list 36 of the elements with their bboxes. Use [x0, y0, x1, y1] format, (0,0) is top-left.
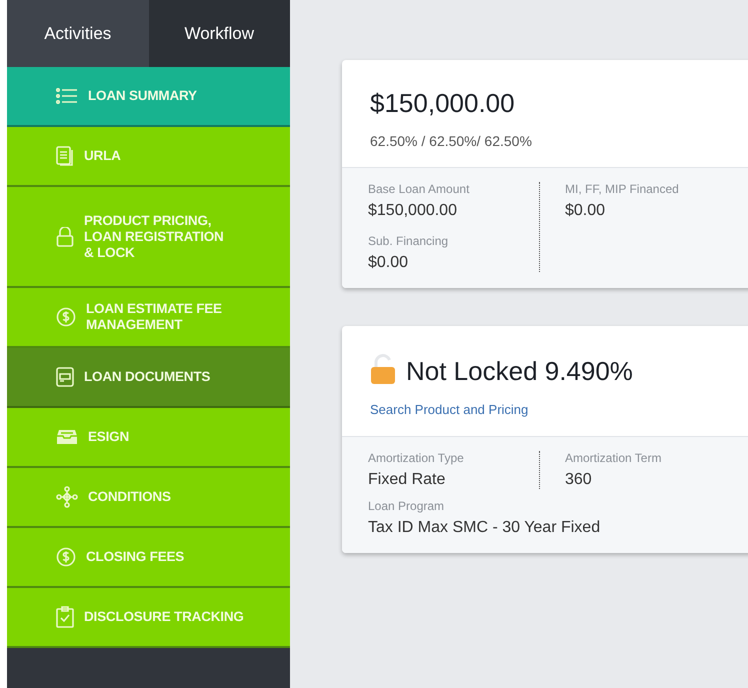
tray-icon [56, 429, 78, 445]
list-icon [56, 88, 78, 104]
field-label: MI, FF, MIP Financed [565, 182, 680, 196]
field-label: Amortization Type [368, 451, 465, 465]
field-label: Loan Program [368, 499, 446, 513]
card-title: $150,000.00 [370, 88, 515, 119]
sidebar-item[interactable]: PRODUCT PRICING, LOAN REGISTRATION & LOCK [7, 187, 290, 288]
search-link[interactable]: Search Product and Pricing [370, 402, 528, 417]
dollar-circle-icon [56, 307, 76, 327]
field-value: 360 [565, 471, 593, 489]
field-label: Base Loan Amount [368, 182, 470, 196]
sidebar-tab[interactable]: Workflow [148, 0, 290, 67]
field-value: $0.00 [368, 254, 410, 272]
sidebar-item[interactable]: ESIGN [7, 408, 290, 468]
sidebar-tab[interactable]: Activities [7, 0, 148, 67]
sidebar-item[interactable]: DISCLOSURE TRACKING [7, 588, 290, 648]
sidebar-item[interactable]: LOAN ESTIMATE FEE MANAGEMENT [7, 288, 290, 348]
ltv-ratios: 62.50% / 62.50%/ 62.50% [370, 133, 533, 149]
dollar-circle-icon [56, 547, 76, 567]
lock-icon [56, 226, 74, 246]
field-value: Tax ID Max SMC - 30 Year Fixed [368, 519, 602, 537]
sidebar-item[interactable]: URLA [7, 127, 290, 187]
sidebar-item[interactable]: LOAN SUMMARY [7, 67, 290, 127]
field-label: Sub. Financing [368, 234, 450, 248]
sidebar-item[interactable]: LOAN DOCUMENTS [7, 348, 290, 408]
field-label: Amortization Term [565, 451, 662, 465]
sidebar-item[interactable]: CONDITIONS [7, 468, 290, 528]
document-icon [56, 367, 74, 387]
sidebar-item[interactable]: CLOSING FEES [7, 528, 290, 588]
network-icon [56, 486, 78, 508]
document-icon [56, 146, 74, 166]
clipboard-check-icon [56, 606, 74, 628]
field-value: Fixed Rate [368, 471, 446, 489]
field-value: $0.00 [565, 202, 606, 220]
card-title: Not Locked 9.490% [406, 356, 633, 386]
field-value: $150,000.00 [368, 202, 458, 220]
